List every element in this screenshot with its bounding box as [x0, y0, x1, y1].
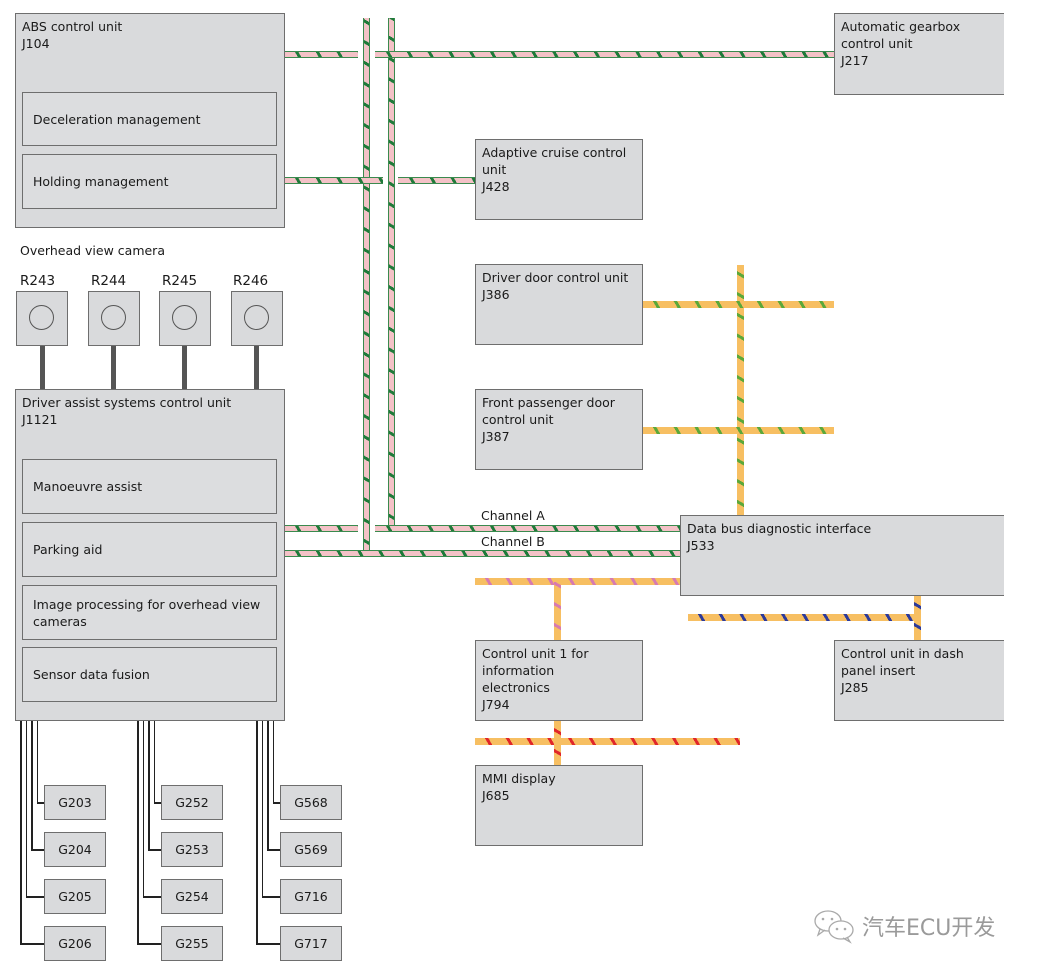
sensor-wire — [137, 943, 161, 945]
sensor-g716[interactable]: G716 — [280, 879, 342, 914]
passenger-door-control-unit[interactable]: Front passenger door control unit J387 — [475, 389, 643, 470]
camera-lens-icon — [172, 305, 197, 330]
gateway-control-unit[interactable]: Data bus diagnostic interface J533 — [680, 515, 1004, 596]
camera-lens-icon — [29, 305, 54, 330]
abs-title: ABS control unit J104 — [22, 19, 123, 51]
bus-display — [475, 738, 740, 745]
watermark: 汽车ECU开发 — [812, 908, 995, 944]
bus-gearbox-j217 — [375, 51, 835, 58]
function-sensor-data-fusion[interactable]: Sensor data fusion — [22, 647, 277, 702]
bus-acc-j428 — [284, 177, 383, 184]
sensor-wire — [142, 721, 144, 896]
info-electronics-control-unit[interactable]: Control unit 1 for information electroni… — [475, 640, 643, 721]
sensor-wire — [20, 721, 22, 943]
camera-label-r244: R244 — [91, 273, 127, 289]
bus-channel-a-left — [284, 525, 358, 532]
sensor-wire — [261, 896, 280, 898]
camera-label-r246: R246 — [233, 273, 269, 289]
function-parking-aid[interactable]: Parking aid — [22, 522, 277, 577]
bus-dash-panel — [688, 614, 921, 621]
function-manoeuvre-assist[interactable]: Manoeuvre assist — [22, 459, 277, 514]
camera-link-r246 — [254, 346, 259, 390]
bus-passenger-door — [643, 427, 834, 434]
channel-a-label: Channel A — [481, 508, 545, 523]
bus-abs-j104 — [284, 51, 358, 58]
sensor-wire — [267, 849, 280, 851]
sensor-wire — [261, 721, 263, 896]
sensor-wire — [153, 721, 155, 802]
sensor-g253[interactable]: G253 — [161, 832, 223, 867]
bus-channel-b — [284, 550, 681, 557]
wechat-icon — [814, 910, 854, 944]
sensor-wire — [148, 721, 150, 849]
camera-label-r243: R243 — [20, 273, 56, 289]
camera-lens-icon — [244, 305, 269, 330]
camera-r245[interactable] — [159, 291, 211, 346]
bus-infotainment-vertical — [554, 582, 561, 640]
mmi-display-unit[interactable]: MMI display J685 — [475, 765, 643, 846]
sensor-wire — [20, 943, 44, 945]
sensor-wire — [31, 849, 44, 851]
sensor-g203[interactable]: G203 — [44, 785, 106, 820]
bus-driver-door — [643, 301, 834, 308]
sensor-g717[interactable]: G717 — [280, 926, 342, 961]
camera-label-r245: R245 — [162, 273, 198, 289]
bus-channel-b-vertical — [363, 18, 370, 556]
bus-channel-a-vertical — [388, 18, 395, 531]
sensor-g254[interactable]: G254 — [161, 879, 223, 914]
sensor-wire — [272, 721, 274, 802]
bus-acc-j428-right — [398, 177, 476, 184]
sensor-wire — [36, 721, 38, 802]
camera-r244[interactable] — [88, 291, 140, 346]
sensor-g205[interactable]: G205 — [44, 879, 106, 914]
sensor-g206[interactable]: G206 — [44, 926, 106, 961]
bus-infotainment — [475, 578, 681, 585]
sensor-wire — [272, 802, 280, 804]
bus-display-vertical — [554, 720, 561, 766]
sensor-wire — [137, 721, 139, 943]
watermark-text: 汽车ECU开发 — [862, 916, 996, 941]
sensor-g252[interactable]: G252 — [161, 785, 223, 820]
camera-r243[interactable] — [16, 291, 68, 346]
sensor-wire — [142, 896, 161, 898]
sensor-wire — [148, 849, 161, 851]
dash-panel-control-unit[interactable]: Control unit in dash panel insert J285 — [834, 640, 1004, 721]
camera-link-r245 — [182, 346, 187, 390]
sensor-wire — [153, 802, 161, 804]
camera-link-r244 — [111, 346, 116, 390]
camera-link-r243 — [40, 346, 45, 390]
sensor-wire — [31, 721, 33, 849]
driver-door-control-unit[interactable]: Driver door control unit J386 — [475, 264, 643, 345]
bus-dash-panel-vertical — [914, 596, 921, 640]
sensor-g568[interactable]: G568 — [280, 785, 342, 820]
sensor-wire — [267, 721, 269, 849]
gearbox-control-unit[interactable]: Automatic gearbox control unit J217 — [834, 13, 1004, 95]
sensor-wire — [256, 943, 280, 945]
bus-channel-a — [375, 525, 681, 532]
function-image-processing[interactable]: Image processing for overhead view camer… — [22, 585, 277, 640]
sensor-g569[interactable]: G569 — [280, 832, 342, 867]
sensor-wire — [25, 721, 27, 896]
sensor-g255[interactable]: G255 — [161, 926, 223, 961]
sensor-wire — [36, 802, 44, 804]
sensor-g204[interactable]: G204 — [44, 832, 106, 867]
sensor-wire — [256, 721, 258, 943]
channel-b-label: Channel B — [481, 534, 545, 549]
acc-control-unit[interactable]: Adaptive cruise control unit J428 — [475, 139, 643, 220]
function-deceleration-management[interactable]: Deceleration management — [22, 92, 277, 146]
camera-r246[interactable] — [231, 291, 283, 346]
camera-heading: Overhead view camera — [20, 243, 165, 258]
camera-lens-icon — [101, 305, 126, 330]
sensor-wire — [25, 896, 44, 898]
function-holding-management[interactable]: Holding management — [22, 154, 277, 209]
